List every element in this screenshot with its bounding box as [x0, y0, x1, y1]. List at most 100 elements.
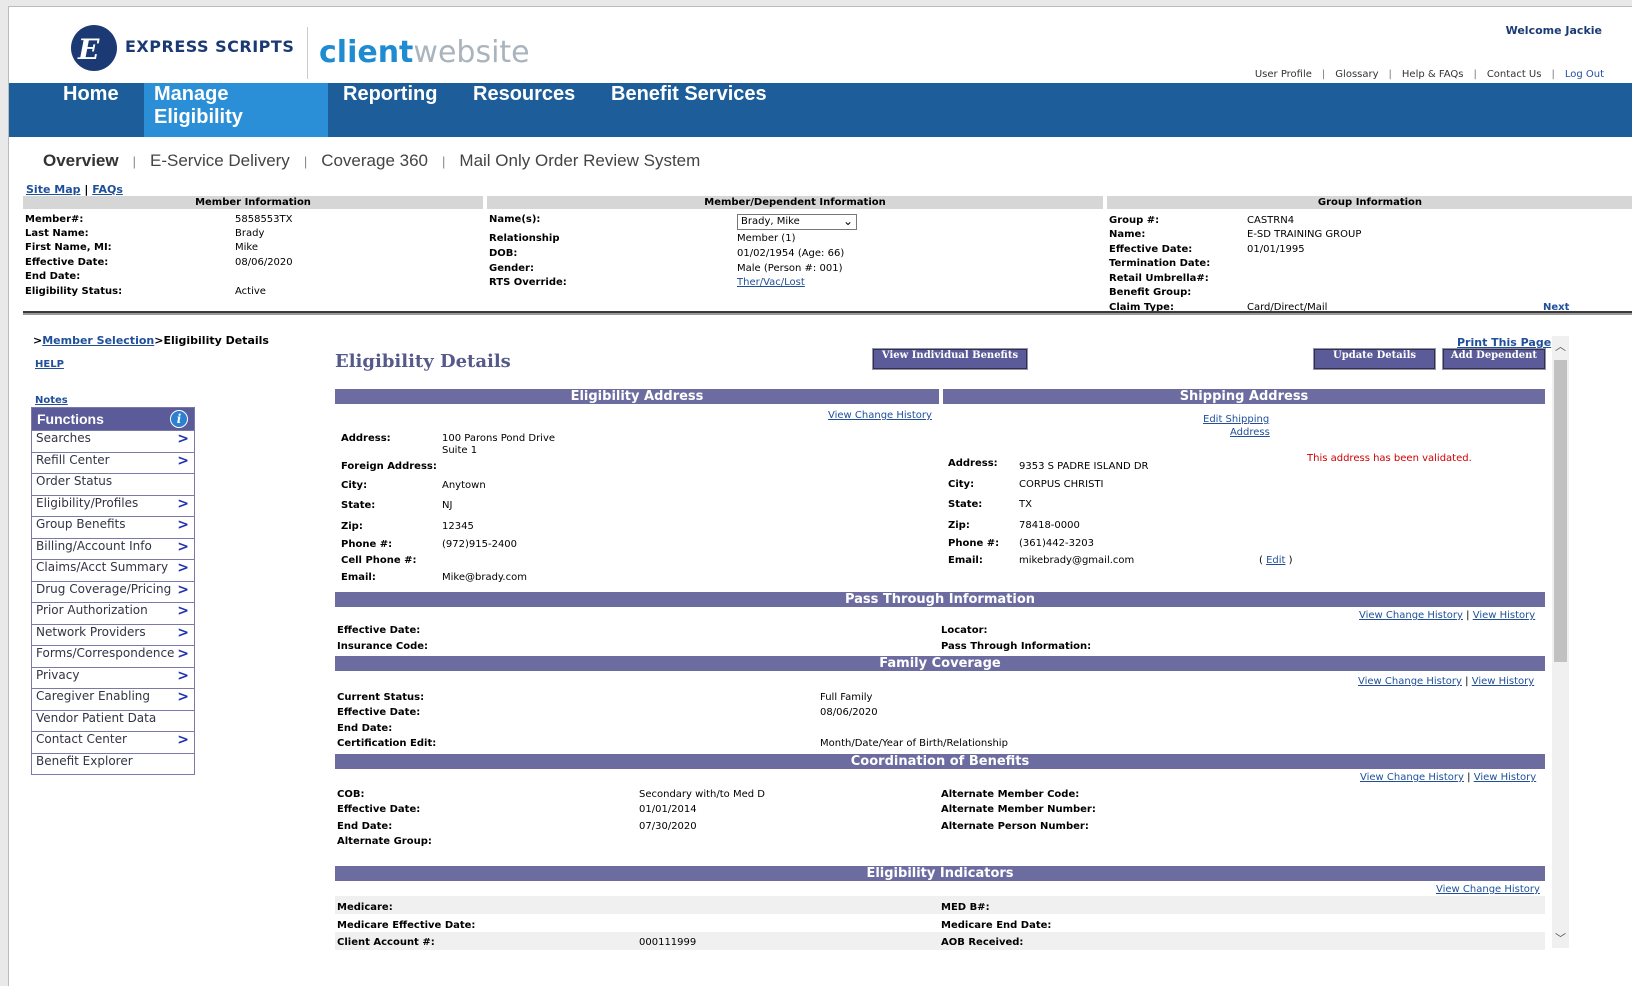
edit-shipping-address-link[interactable]: Edit Shipping [1203, 414, 1269, 425]
function-item-label: Forms/Correspondence [36, 646, 175, 660]
function-item-contact-center[interactable]: Contact Center > [32, 731, 194, 753]
indicator-left-label-1: Medicare Effective Date: [337, 920, 476, 931]
info-icon[interactable]: i [170, 410, 188, 428]
dep-gender: Male (Person #: 001) [737, 263, 843, 274]
family-label-0: Current Status: [337, 692, 425, 703]
view-individual-benefits-button[interactable]: View Individual Benefits [872, 348, 1028, 370]
group-label-2: Effective Date: [1109, 244, 1193, 255]
function-item-drug-coverage-pricing[interactable]: Drug Coverage/Pricing > [32, 580, 194, 603]
subnav-e-service-delivery[interactable]: E-Service Delivery [150, 151, 290, 171]
function-item-label: Benefit Explorer [36, 753, 133, 768]
ship-value-4: (361)442-3203 [1019, 538, 1095, 549]
edit-shipping-address-link-line2[interactable]: Address [1230, 427, 1270, 438]
indicator-row-shade-1 [335, 896, 1545, 914]
family-label-3: Certification Edit: [337, 738, 437, 749]
indicator-row-shade-3 [335, 932, 1545, 950]
member-info-heading: Member Information [23, 196, 483, 209]
ship-email-edit-link[interactable]: Edit [1266, 555, 1285, 566]
add-dependent-button[interactable]: Add Dependent [1442, 348, 1546, 370]
nav-manage-eligibility[interactable]: Manage Eligibility [144, 83, 328, 137]
pass-view-history-link[interactable]: View History [1473, 610, 1536, 621]
nav-benefit-services[interactable]: Benefit Services [601, 83, 777, 137]
group-info-heading: Group Information [1107, 196, 1632, 209]
function-item-refill-center[interactable]: Refill Center > [32, 451, 194, 474]
elig-view-change-history-link[interactable]: View Change History [828, 410, 932, 421]
help-faqs-link[interactable]: Help & FAQs [1402, 69, 1464, 80]
ship-label-3: Zip: [948, 520, 970, 531]
pass-through-heading: Pass Through Information [335, 592, 1545, 607]
pass-label-effective: Effective Date: [337, 625, 421, 636]
function-item-group-benefits[interactable]: Group Benefits > [32, 516, 194, 538]
group-label-1: Name: [1109, 229, 1146, 240]
content-scrollbar[interactable]: ︿ ﹀ [1552, 336, 1569, 948]
dep-dob: 01/02/1954 (Age: 66) [737, 248, 845, 259]
nav-reporting[interactable]: Reporting [333, 83, 447, 137]
nav-home[interactable]: Home [53, 83, 129, 137]
member-value-3: 08/06/2020 [235, 257, 293, 268]
elig-state: NJ [442, 500, 453, 511]
scroll-up-icon[interactable]: ︿ [1555, 338, 1566, 354]
indicator-right-label-2: AOB Received: [941, 937, 1024, 948]
cob-value-1: 01/01/2014 [639, 804, 697, 815]
function-item-eligibility-profiles[interactable]: Eligibility/Profiles > [32, 494, 194, 517]
subnav-overview[interactable]: Overview [43, 151, 119, 171]
ship-label-5: Email: [948, 555, 983, 566]
function-item-vendor-patient-data[interactable]: Vendor Patient Data [32, 709, 194, 732]
elig-label-phone: Phone #: [341, 539, 393, 550]
indicator-left-label-0: Medicare: [337, 902, 393, 913]
help-link[interactable]: HELP [35, 359, 64, 370]
function-item-claims-acct-summary[interactable]: Claims/Acct Summary > [32, 559, 194, 581]
elig-label-foreign: Foreign Address: [341, 461, 437, 472]
group-value-1: E-SD TRAINING GROUP [1247, 229, 1362, 240]
scroll-down-icon[interactable]: ﹀ [1555, 930, 1566, 946]
member-label-2: First Name, MI: [25, 242, 112, 253]
function-item-caregiver-enabling[interactable]: Caregiver Enabling > [32, 688, 194, 710]
function-item-order-status[interactable]: Order Status [32, 473, 194, 495]
log-out-link[interactable]: Log Out [1565, 69, 1604, 80]
user-profile-link[interactable]: User Profile [1255, 69, 1312, 80]
elig-label-city: City: [341, 480, 368, 491]
subnav-mail-only-order[interactable]: Mail Only Order Review System [459, 151, 700, 171]
pass-view-change-history-link[interactable]: View Change History [1359, 610, 1463, 621]
cob-view-change-history-link[interactable]: View Change History [1360, 772, 1464, 783]
function-item-privacy[interactable]: Privacy > [32, 666, 194, 689]
function-item-prior-authorization[interactable]: Prior Authorization > [32, 602, 194, 624]
ship-value-0: 9353 S PADRE ISLAND DR [1019, 461, 1149, 472]
notes-link[interactable]: Notes [35, 395, 68, 406]
ship-label-1: City: [948, 479, 975, 490]
function-item-forms-correspondence[interactable]: Forms/Correspondence > [32, 645, 194, 667]
member-info-bar: Member Information Member/Dependent Info… [23, 194, 1632, 313]
print-page-link[interactable]: Print This Page [1457, 336, 1551, 349]
brand-title: clientwebsite [319, 35, 530, 70]
function-item-billing-account-info[interactable]: Billing/Account Info > [32, 537, 194, 560]
function-item-benefit-explorer[interactable]: Benefit Explorer [32, 752, 194, 775]
indicator-left-label-2: Client Account #: [337, 937, 435, 948]
chevron-right-icon: > [177, 431, 189, 447]
ship-email-edit: ( Edit ) [1259, 555, 1293, 566]
member-name-select[interactable]: Brady, Mike ⌄ [737, 214, 857, 230]
ship-label-0: Address: [948, 458, 998, 469]
pass-label-insurance: Insurance Code: [337, 641, 429, 652]
nav-resources[interactable]: Resources [463, 83, 585, 137]
cob-view-history-link[interactable]: View History [1474, 772, 1537, 783]
main-nav: Home Manage Eligibility Reporting Resour… [9, 83, 1632, 137]
cob-value-0: Secondary with/to Med D [639, 789, 765, 800]
dep-label-gender: Gender: [489, 263, 534, 274]
indicators-view-change-history-link[interactable]: View Change History [1436, 884, 1540, 895]
function-item-label: Vendor Patient Data [36, 710, 157, 725]
function-item-network-providers[interactable]: Network Providers > [32, 623, 194, 646]
cob-label-0: COB: [337, 789, 365, 800]
member-selection-link[interactable]: Member Selection [42, 334, 154, 347]
function-item-searches[interactable]: Searches > [32, 430, 194, 452]
scrollbar-thumb[interactable] [1554, 360, 1567, 662]
family-view-change-history-link[interactable]: View Change History [1358, 676, 1462, 687]
welcome-text: Welcome Jackie [1505, 24, 1602, 37]
update-details-button[interactable]: Update Details [1313, 348, 1436, 370]
logo-divider [307, 27, 308, 79]
glossary-link[interactable]: Glossary [1335, 69, 1378, 80]
family-view-history-link[interactable]: View History [1472, 676, 1535, 687]
contact-us-link[interactable]: Contact Us [1487, 69, 1542, 80]
rts-override-link[interactable]: Ther/Vac/Lost [737, 277, 805, 288]
cob-right-label-0: Alternate Member Code: [941, 789, 1080, 800]
subnav-coverage-360[interactable]: Coverage 360 [321, 151, 428, 171]
